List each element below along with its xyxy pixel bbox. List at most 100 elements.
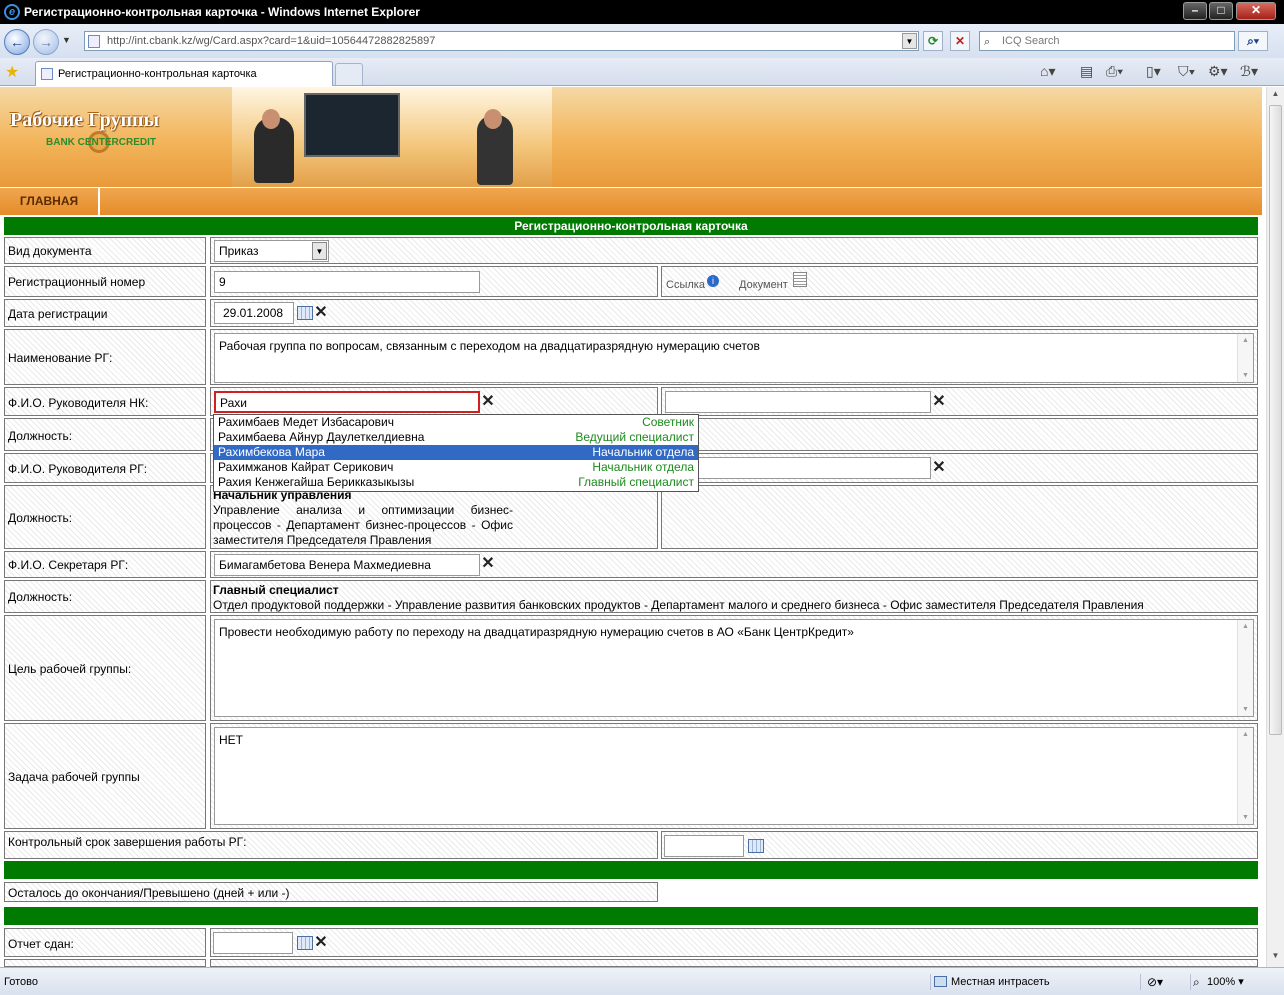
search-input[interactable]: ⌕ ICQ Search — [979, 31, 1235, 51]
autocomplete-item[interactable]: Рахимбаев Медет Избасарович Советник — [214, 415, 698, 430]
protected-mode-icon[interactable]: ⊘▾ — [1140, 974, 1188, 990]
deadline-label: Контрольный срок завершения работы РГ: — [8, 835, 247, 849]
network-icon — [934, 976, 947, 987]
task-textarea[interactable]: НЕТ ▲ ▼ — [214, 727, 1254, 825]
row-task: Задача рабочей группы НЕТ ▲ ▼ — [4, 723, 1258, 829]
section-divider-1 — [4, 861, 1258, 879]
scroll-up-icon[interactable]: ▲ — [1269, 89, 1282, 103]
close-button[interactable]: ✕ — [1236, 2, 1276, 20]
page-scrollbar[interactable]: ▲ ▼ — [1266, 87, 1284, 967]
secretary-position-label: Должность: — [8, 590, 73, 604]
scroll-thumb[interactable] — [1269, 105, 1282, 735]
reg-date-input[interactable]: 29.01.2008 — [214, 302, 294, 324]
safety-icon[interactable]: ⛉▾ — [1178, 62, 1195, 82]
doc-type-label: Вид документа — [8, 244, 92, 258]
row-remaining: Осталось до окончания/Превышено (дней + … — [4, 882, 1258, 902]
rg-name-textarea[interactable]: Рабочая группа по вопросам, связанным с … — [214, 333, 1254, 383]
url-text: http://int.cbank.kz/wg/Card.aspx?card=1&… — [107, 35, 436, 47]
task-label: Задача рабочей группы — [8, 770, 140, 784]
autocomplete-item-selected[interactable]: Рахимбекова Мара Начальник отдела — [214, 445, 698, 460]
autocomplete-item[interactable]: Рахимбаева Айнур Даулеткелдиевна Ведущий … — [214, 430, 698, 445]
search-button[interactable]: ⌕▾ — [1238, 31, 1268, 51]
row-rg-position: Должность: Начальник управления Управлен… — [4, 485, 1258, 549]
autocomplete-item[interactable]: Рахия Кенжегайша Берикказыкызы Главный сп… — [214, 475, 698, 490]
page-icon — [88, 35, 100, 48]
row-rg-name: Наименование РГ: Рабочая группа по вопро… — [4, 329, 1258, 385]
feeds-icon[interactable]: ▤ — [1080, 62, 1093, 82]
row-report: Отчет сдан: ✕ — [4, 928, 1258, 957]
row-goal: Цель рабочей группы: Провести необходиму… — [4, 615, 1258, 721]
calendar-icon[interactable] — [297, 936, 313, 950]
minimize-button[interactable]: – — [1183, 2, 1207, 20]
secretary-label: Ф.И.О. Секретаря РГ: — [8, 558, 129, 572]
textarea-scrollbar[interactable]: ▲ ▼ — [1237, 728, 1253, 824]
search-icon: ⌕ — [984, 36, 991, 48]
row-partial — [4, 959, 1258, 967]
textarea-scrollbar[interactable]: ▲ ▼ — [1237, 334, 1253, 382]
status-bar: Готово Местная интрасеть ⊘▾ ⌕ 100% ▾ — [0, 967, 1284, 995]
url-dropdown-icon[interactable]: ▼ — [902, 33, 917, 49]
rg-name-label: Наименование РГ: — [8, 351, 113, 365]
forward-button[interactable]: → — [33, 29, 59, 55]
new-tab-button[interactable] — [335, 63, 363, 85]
link-label[interactable]: Ссылка — [666, 279, 705, 291]
clear-date-icon[interactable]: ✕ — [313, 305, 329, 321]
stop-icon[interactable]: ✕ — [950, 31, 970, 51]
nk-head-input[interactable]: Рахи — [214, 391, 480, 413]
logo-title: Рабочие Группы — [10, 109, 160, 131]
clear-rg-extra-icon[interactable]: ✕ — [931, 460, 947, 476]
row-secretary: Ф.И.О. Секретаря РГ: Бимагамбетова Венер… — [4, 551, 1258, 578]
back-button[interactable]: ← — [4, 29, 30, 55]
rg-name-value: Рабочая группа по вопросам, связанным с … — [219, 339, 760, 353]
autocomplete-item[interactable]: Рахимжанов Кайрат Серикович Начальник отд… — [214, 460, 698, 475]
goal-value: Провести необходимую работу по переходу … — [219, 625, 854, 639]
autocomplete-list: Рахимбаев Медет Избасарович Советник Рахи… — [213, 414, 699, 492]
doc-type-select[interactable]: Приказ ▼ — [214, 240, 329, 262]
tab-active[interactable]: Регистрационно-контрольная карточка — [35, 61, 333, 86]
refresh-icon[interactable]: ⟳ — [923, 31, 943, 51]
row-doc-type: Вид документа Приказ ▼ — [4, 237, 1258, 264]
row-reg-date: Дата регистрации 29.01.2008 ✕ — [4, 299, 1258, 327]
status-text: Готово — [4, 976, 38, 988]
goal-textarea[interactable]: Провести необходимую работу по переходу … — [214, 619, 1254, 717]
calendar-icon[interactable] — [297, 306, 313, 320]
page-menu-icon[interactable]: ▯▾ — [1146, 62, 1161, 82]
secretary-input[interactable]: Бимагамбетова Венера Махмедиевна — [214, 554, 480, 576]
tools-gear-icon[interactable]: ⚙▾ — [1208, 62, 1228, 82]
history-dropdown-icon[interactable]: ▼ — [62, 35, 71, 45]
security-zone[interactable]: Местная интрасеть — [930, 974, 1130, 990]
document-label[interactable]: Документ — [739, 279, 788, 291]
nk-head-extra-input[interactable] — [665, 391, 931, 413]
address-bar[interactable]: http://int.cbank.kz/wg/Card.aspx?card=1&… — [84, 31, 919, 51]
scroll-down-icon[interactable]: ▼ — [1269, 951, 1282, 965]
print-icon[interactable]: ⎙▾ — [1106, 62, 1123, 82]
translate-icon[interactable]: ℬ▾ — [1240, 62, 1258, 82]
clear-secretary-icon[interactable]: ✕ — [480, 556, 496, 572]
form-header: Регистрационно-контрольная карточка — [4, 217, 1258, 235]
person-left-head — [262, 109, 280, 129]
reg-date-label: Дата регистрации — [8, 307, 108, 321]
favorites-star-icon[interactable]: ★ — [5, 62, 19, 82]
calendar-icon[interactable] — [748, 839, 764, 853]
clear-report-date-icon[interactable]: ✕ — [313, 935, 329, 951]
ie-logo-icon: e — [4, 4, 20, 20]
home-icon[interactable]: ⌂▾ — [1040, 62, 1055, 82]
textarea-scrollbar[interactable]: ▲ ▼ — [1237, 620, 1253, 716]
clear-nk-extra-icon[interactable]: ✕ — [931, 394, 947, 410]
info-icon[interactable]: i — [707, 275, 719, 287]
clear-nk-head-icon[interactable]: ✕ — [480, 394, 496, 410]
tabs-bar: ★ Регистрационно-контрольная карточка ⌂▾… — [0, 58, 1284, 86]
document-icon[interactable] — [793, 272, 807, 287]
nav-home[interactable]: ГЛАВНАЯ — [0, 188, 100, 216]
main-nav: ГЛАВНАЯ — [0, 187, 1262, 216]
deadline-input[interactable] — [664, 835, 744, 857]
zoom-control[interactable]: ⌕ 100% ▾ — [1190, 974, 1270, 990]
row-secretary-position: Должность: Главный специалист Отдел прод… — [4, 580, 1258, 613]
rg-head-extra-input[interactable] — [665, 457, 931, 479]
report-date-input[interactable] — [213, 932, 293, 954]
reg-no-input[interactable]: 9 — [214, 271, 480, 293]
maximize-button[interactable]: □ — [1209, 2, 1233, 20]
goal-label: Цель рабочей группы: — [8, 662, 132, 676]
section-divider-2 — [4, 907, 1258, 925]
site-banner: Рабочие Группы BANK CENTERCREDIT — [0, 87, 1262, 187]
